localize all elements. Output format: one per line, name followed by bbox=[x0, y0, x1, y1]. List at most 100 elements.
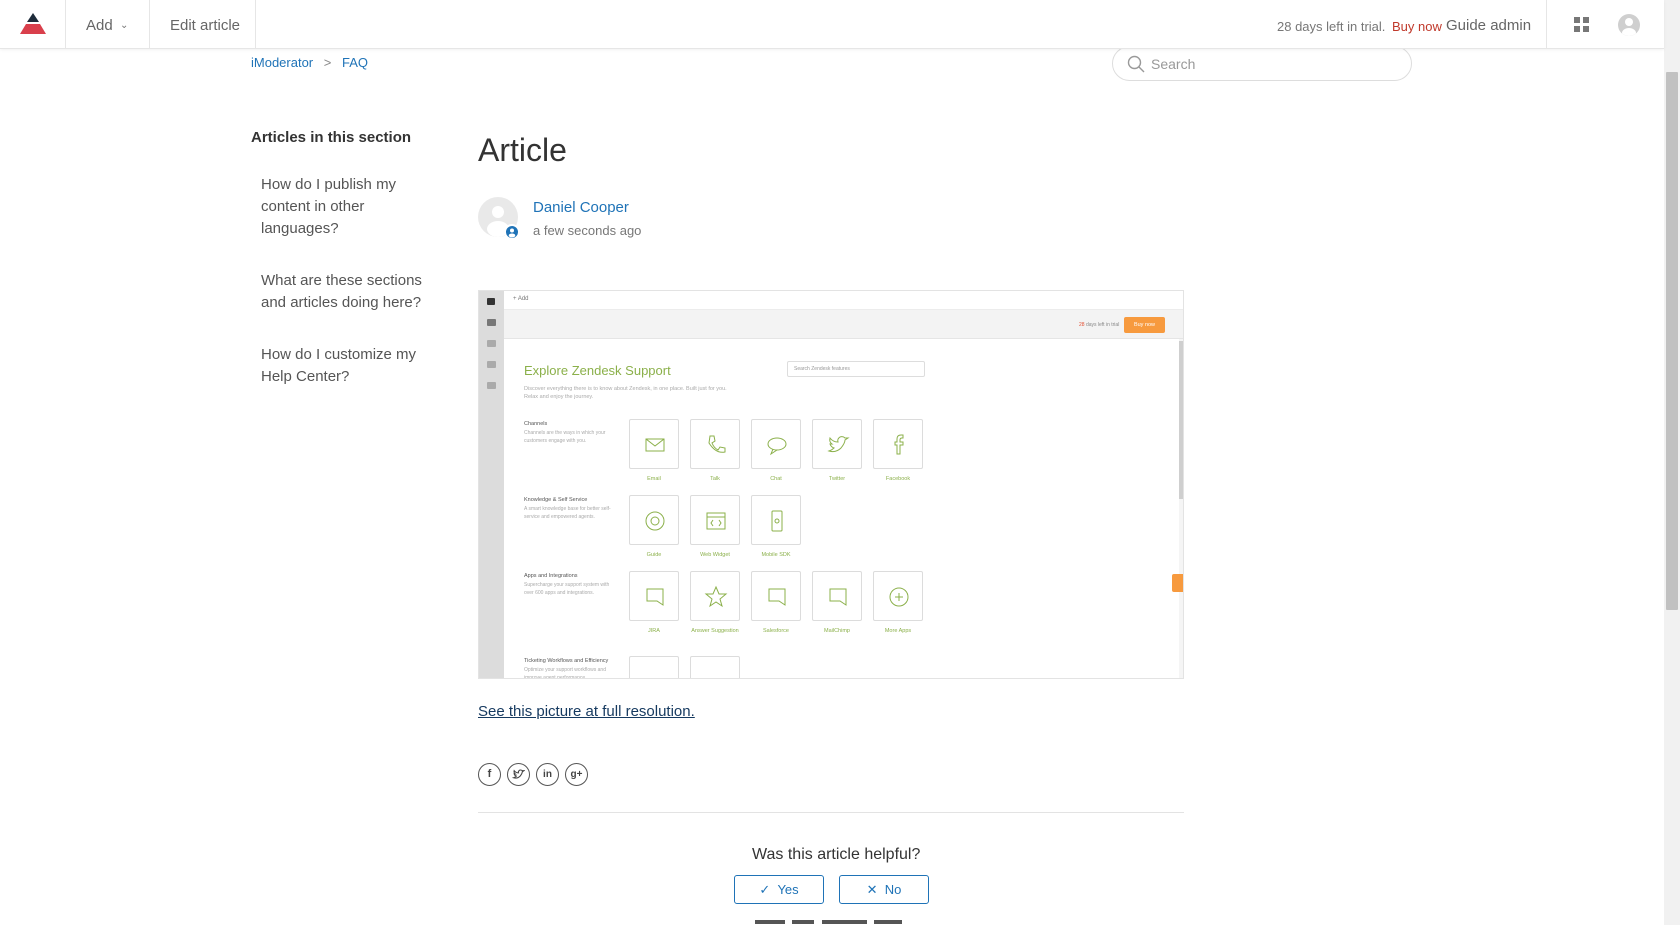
googleplus-icon[interactable]: g+ bbox=[565, 763, 588, 786]
image-trial-suffix: days left in trial bbox=[1085, 322, 1120, 328]
image-tile-label: Talk bbox=[710, 476, 720, 482]
image-tile-label: Salesforce bbox=[763, 628, 789, 634]
guide-admin-menu[interactable]: Guide admin bbox=[1446, 17, 1531, 34]
image-tile-label: MailChimp bbox=[824, 628, 850, 634]
article-timestamp: a few seconds ago bbox=[533, 223, 642, 238]
facebook-icon[interactable]: f bbox=[478, 763, 501, 786]
app-icon bbox=[829, 588, 847, 606]
logo[interactable] bbox=[0, 0, 66, 49]
image-twitter-tile bbox=[812, 419, 862, 469]
image-buy-now: Buy now bbox=[1124, 317, 1165, 333]
vote-no-button[interactable]: ✕ No bbox=[839, 875, 929, 904]
article-image[interactable]: + Add 28 days left in trial Buy now Expl… bbox=[478, 290, 1184, 679]
star-icon bbox=[704, 585, 728, 608]
image-add-label: + Add bbox=[513, 296, 529, 302]
image-salesforce-tile bbox=[751, 571, 801, 621]
image-tile-label: Chat bbox=[770, 476, 782, 482]
phone-icon bbox=[708, 435, 726, 453]
product-tray-icon[interactable] bbox=[1574, 17, 1590, 33]
image-tile-label: Mobile SDK bbox=[761, 552, 791, 558]
chevron-down-icon: ⌄ bbox=[120, 20, 129, 31]
image-more-apps-tile bbox=[873, 571, 923, 621]
edit-article-label: Edit article bbox=[170, 17, 241, 34]
chat-icon bbox=[767, 437, 787, 456]
sidebar-article-link[interactable]: How do I customize my Help Center? bbox=[261, 344, 446, 388]
scrollbar-thumb[interactable] bbox=[1666, 72, 1678, 610]
image-guide-tile bbox=[629, 495, 679, 545]
twitter-icon[interactable] bbox=[507, 763, 530, 786]
buy-now-link[interactable]: Buy now bbox=[1392, 19, 1442, 34]
image-mobile-sdk-tile bbox=[751, 495, 801, 545]
image-talk-tile bbox=[690, 419, 740, 469]
image-sidebar-rail bbox=[479, 291, 504, 678]
facebook-icon bbox=[894, 434, 904, 455]
mobile-icon bbox=[771, 510, 783, 532]
search-icon bbox=[1127, 55, 1145, 73]
breadcrumb-item-faq[interactable]: FAQ bbox=[342, 55, 368, 70]
image-category-desc: Supercharge your support system with ove… bbox=[524, 582, 610, 596]
search-input[interactable] bbox=[1151, 52, 1401, 76]
helpful-question: Was this article helpful? bbox=[752, 846, 921, 863]
image-email-tile bbox=[629, 419, 679, 469]
app-icon bbox=[768, 588, 786, 606]
image-workflow-tile bbox=[690, 656, 740, 678]
image-jira-tile bbox=[629, 571, 679, 621]
image-tile-label: Facebook bbox=[885, 476, 911, 482]
sidebar-title: Articles in this section bbox=[251, 129, 412, 146]
image-mailchimp-tile bbox=[812, 571, 862, 621]
plus-circle-icon bbox=[889, 587, 909, 607]
image-tile-label: Email bbox=[647, 476, 661, 482]
sidebar-article-link[interactable]: What are these sections and articles doi… bbox=[261, 270, 446, 314]
author-name-link[interactable]: Daniel Cooper bbox=[533, 199, 629, 216]
section-article-list: How do I publish my content in other lan… bbox=[261, 174, 446, 418]
edit-article-button[interactable]: Edit article bbox=[150, 0, 256, 49]
linkedin-icon[interactable]: in bbox=[536, 763, 559, 786]
image-topbar bbox=[504, 291, 1183, 310]
image-trial-text: 28 days left in trial bbox=[1079, 322, 1119, 328]
page-scrollbar[interactable] bbox=[1664, 0, 1680, 925]
add-menu[interactable]: Add ⌄ bbox=[66, 0, 150, 49]
image-heading: Explore Zendesk Support bbox=[524, 363, 671, 378]
breadcrumb-separator: > bbox=[323, 55, 332, 70]
vote-yes-label: Yes bbox=[777, 882, 799, 897]
user-icon bbox=[1622, 18, 1636, 36]
breadcrumb-item-imoderator[interactable]: iModerator bbox=[251, 55, 313, 70]
image-tile-label: Twitter bbox=[828, 476, 846, 482]
vote-no-label: No bbox=[884, 882, 902, 897]
image-tile-label: Answer Suggestion bbox=[691, 628, 739, 634]
sidebar-article-link[interactable]: How do I publish my content in other lan… bbox=[261, 174, 446, 240]
admin-topbar: Add ⌄ Edit article 28 days left in trial… bbox=[0, 0, 1664, 49]
app-icon bbox=[646, 588, 664, 606]
add-menu-label: Add bbox=[86, 17, 113, 34]
image-search-field: Search Zendesk features bbox=[787, 361, 925, 377]
image-category-title: Knowledge & Self Service bbox=[524, 497, 588, 503]
image-category-desc: Channels are the ways in which your cust… bbox=[524, 430, 606, 444]
image-category-desc: Optimize your support workflows and impr… bbox=[524, 667, 606, 679]
close-icon: ✕ bbox=[866, 882, 878, 897]
code-window-icon bbox=[706, 512, 726, 530]
check-icon: ✓ bbox=[759, 882, 771, 897]
lifebuoy-icon bbox=[645, 511, 665, 531]
user-avatar[interactable] bbox=[1618, 14, 1640, 36]
image-category-title: Channels bbox=[524, 421, 548, 427]
trial-text: 28 days left in trial. bbox=[1277, 19, 1386, 34]
agent-badge-icon bbox=[504, 224, 520, 240]
image-tile-label: JIRA bbox=[648, 628, 660, 634]
content-divider bbox=[478, 812, 1184, 813]
image-workflow-tile bbox=[629, 656, 679, 678]
search-box bbox=[1112, 46, 1412, 81]
image-chat-tile bbox=[751, 419, 801, 469]
image-feedback-tab bbox=[1172, 574, 1183, 592]
image-category-title: Apps and Integrations bbox=[524, 573, 578, 579]
image-tile-label: More Apps bbox=[884, 628, 912, 634]
trial-notice: 28 days left in trial. Buy now bbox=[1277, 19, 1442, 34]
twitter-icon bbox=[827, 436, 850, 453]
vote-yes-button[interactable]: ✓ Yes bbox=[734, 875, 824, 904]
image-facebook-tile bbox=[873, 419, 923, 469]
email-icon bbox=[645, 438, 665, 452]
cut-off-text bbox=[752, 918, 912, 925]
image-trial-days: 28 bbox=[1079, 322, 1085, 328]
image-description: Discover everything there is to know abo… bbox=[524, 386, 727, 400]
article-title: Article bbox=[478, 132, 567, 168]
full-resolution-link[interactable]: See this picture at full resolution. bbox=[478, 703, 695, 720]
